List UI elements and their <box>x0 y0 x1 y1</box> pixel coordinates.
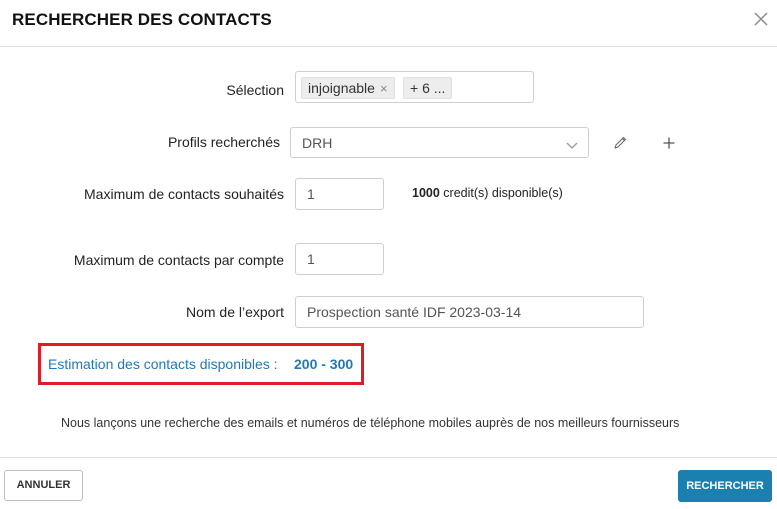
credits-available: 1000 credit(s) disponible(s) <box>412 186 563 200</box>
profiles-selected-value: DRH <box>302 135 333 151</box>
add-profile-icon[interactable] <box>662 136 676 155</box>
export-name-value: Prospection santé IDF 2023-03-14 <box>307 304 522 320</box>
selection-more-tag[interactable]: + 6 ... <box>403 77 453 99</box>
close-icon[interactable] <box>750 8 772 30</box>
profiles-label: Profils recherchés <box>167 134 280 150</box>
chevron-down-icon <box>566 137 578 155</box>
search-contacts-dialog: RECHERCHER DES CONTACTS Sélection injoig… <box>0 0 777 508</box>
search-button[interactable]: RECHERCHER <box>678 470 772 502</box>
profiles-select[interactable]: DRH <box>290 127 589 158</box>
selection-more-label: + 6 ... <box>410 80 446 96</box>
credits-text: credit(s) disponible(s) <box>439 186 563 200</box>
max-contacts-label: Maximum de contacts souhaités <box>84 186 284 202</box>
selection-multiselect[interactable]: injoignable × + 6 ... <box>295 71 534 103</box>
dialog-title: RECHERCHER DES CONTACTS <box>12 10 272 29</box>
selection-tag: injoignable × <box>301 77 395 99</box>
pencil-icon[interactable] <box>613 135 628 155</box>
max-per-account-value: 1 <box>307 251 315 267</box>
search-note: Nous lançons une recherche des emails et… <box>61 416 680 430</box>
max-per-account-label: Maximum de contacts par compte <box>73 252 284 268</box>
selection-tag-label: injoignable <box>308 80 375 96</box>
estimate-value: 200 - 300 <box>294 356 354 372</box>
estimate-label: Estimation des contacts disponibles : <box>48 356 278 372</box>
max-contacts-value: 1 <box>307 186 315 202</box>
max-per-account-input[interactable]: 1 <box>295 243 384 275</box>
export-name-label: Nom de l’export <box>185 304 284 320</box>
max-contacts-input[interactable]: 1 <box>295 178 384 210</box>
dialog-footer: ANNULER RECHERCHER <box>0 457 777 509</box>
export-name-input[interactable]: Prospection santé IDF 2023-03-14 <box>295 296 644 328</box>
estimate-highlight: Estimation des contacts disponibles : 20… <box>38 343 364 385</box>
remove-tag-icon[interactable]: × <box>380 81 388 96</box>
selection-label: Sélection <box>226 82 284 98</box>
credits-count: 1000 <box>412 186 440 200</box>
dialog-header: RECHERCHER DES CONTACTS <box>0 0 777 47</box>
cancel-button[interactable]: ANNULER <box>4 470 83 501</box>
